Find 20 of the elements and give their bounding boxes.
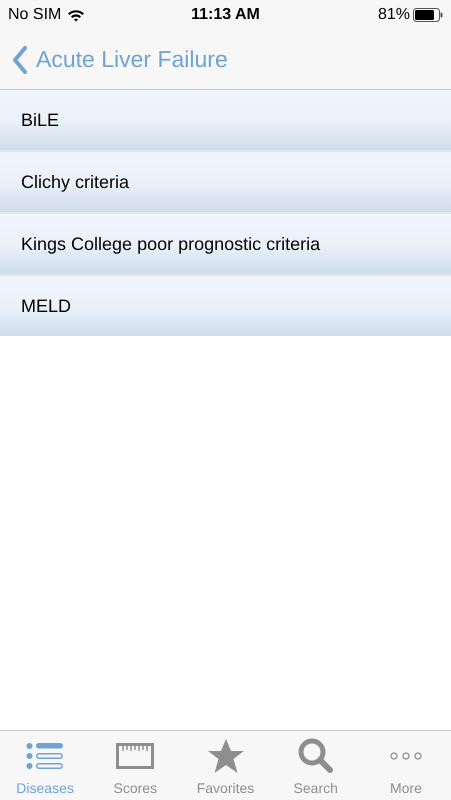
tab[interactable]: More <box>360 731 451 800</box>
search-icon <box>296 737 335 775</box>
list-item[interactable]: BiLE <box>0 90 451 150</box>
list-item[interactable]: MELD <box>0 276 451 336</box>
chevron-left-icon <box>12 46 28 74</box>
tab[interactable]: Diseases <box>0 731 90 800</box>
battery-percentage: 81% <box>378 5 410 25</box>
tab[interactable]: Scores <box>90 731 180 800</box>
star-icon <box>206 738 244 774</box>
time-text: 11:13 AM <box>191 5 260 25</box>
tab[interactable]: Favorites <box>180 731 271 800</box>
tab[interactable]: Search <box>270 731 361 800</box>
list-item[interactable]: Kings College poor prognostic criteria <box>0 214 451 274</box>
carrier-text: No SIM <box>8 5 62 25</box>
more-icon <box>388 751 423 761</box>
list-icon <box>26 741 64 771</box>
list-item[interactable]: Clichy criteria <box>0 152 451 212</box>
ruler-icon <box>116 743 154 769</box>
battery-icon <box>413 8 443 22</box>
wifi-icon <box>67 8 86 22</box>
